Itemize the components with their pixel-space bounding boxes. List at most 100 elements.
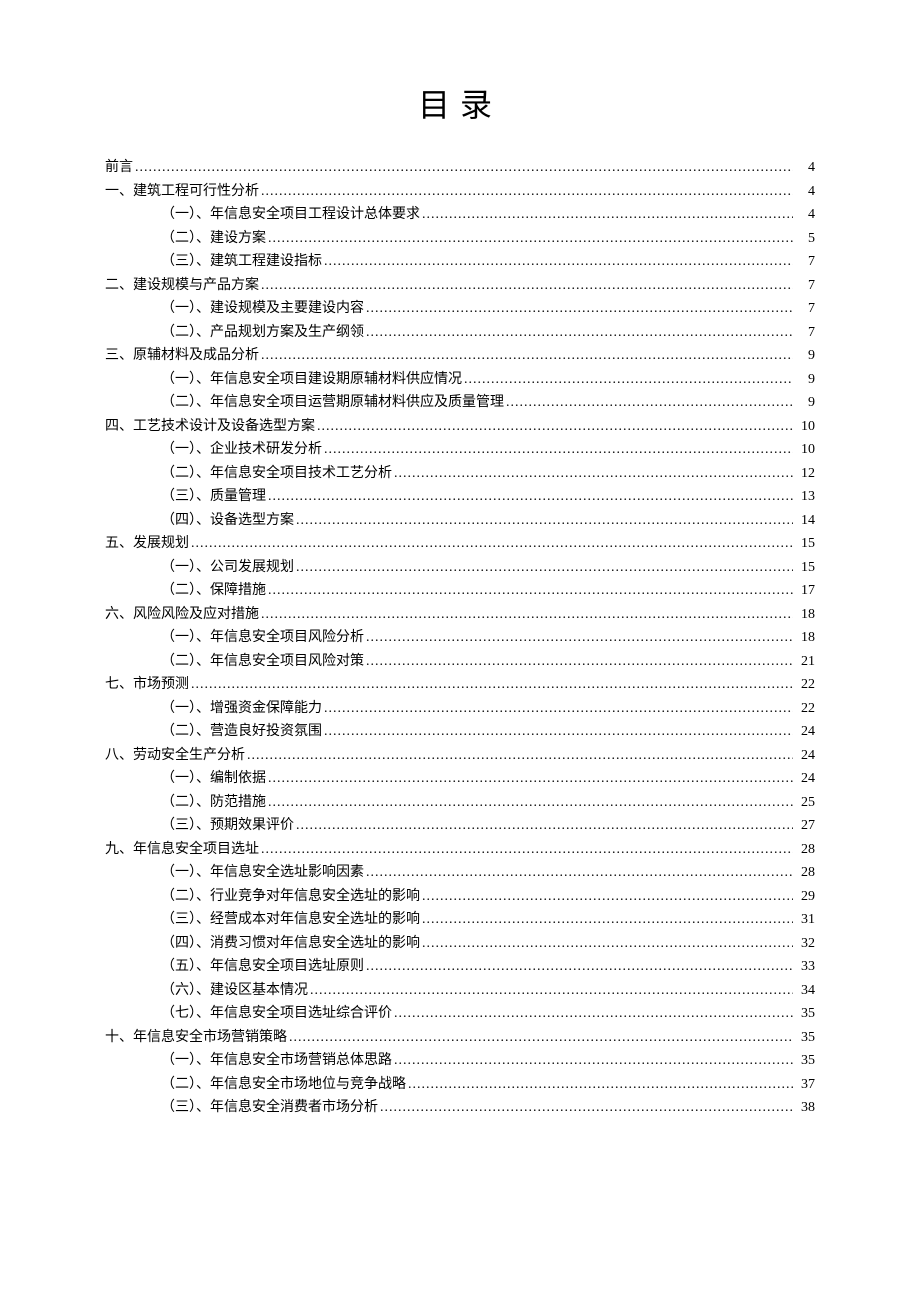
toc-entry[interactable]: （一）、年信息安全选址影响因素28: [105, 866, 815, 880]
toc-entry-label: （一）、年信息安全项目工程设计总体要求: [161, 208, 420, 222]
toc-entry-page: 22: [795, 702, 815, 716]
toc-entry[interactable]: （一）、编制依据 24: [105, 772, 815, 786]
toc-entry-page: 24: [795, 772, 815, 786]
toc-entry[interactable]: 前言4: [105, 161, 815, 175]
toc-entry-page: 24: [795, 725, 815, 739]
toc-entry-page: 29: [795, 890, 815, 904]
toc-entry-page: 35: [795, 1007, 815, 1021]
toc-entry[interactable]: （二）、营造良好投资氛围 24: [105, 725, 815, 739]
toc-entry[interactable]: 五、发展规划15: [105, 537, 815, 551]
toc-dot-leader: [366, 326, 793, 340]
toc-dot-leader: [464, 373, 793, 387]
toc-entry-label: （二）、年信息安全市场地位与竞争战略: [161, 1078, 406, 1092]
toc-entry-label: （六）、建设区基本情况: [161, 984, 308, 998]
toc-entry[interactable]: （六）、建设区基本情况34: [105, 984, 815, 998]
toc-entry-label: 十、年信息安全市场营销策略: [105, 1031, 287, 1045]
toc-entry-label: （一）、编制依据: [161, 772, 266, 786]
toc-entry[interactable]: （二）、年信息安全项目技术工艺分析12: [105, 467, 815, 481]
toc-entry[interactable]: （一）、增强资金保障能力22: [105, 702, 815, 716]
toc-entry-label: （五）、年信息安全项目选址原则: [161, 960, 364, 974]
toc-dot-leader: [261, 185, 793, 199]
toc-entry[interactable]: 七、市场预测22: [105, 678, 815, 692]
toc-entry[interactable]: （四）、消费习惯对年信息安全选址的影响 32: [105, 937, 815, 951]
toc-entry-label: （一）、年信息安全项目风险分析: [161, 631, 364, 645]
toc-entry[interactable]: 六、风险风险及应对措施18: [105, 608, 815, 622]
toc-dot-leader: [324, 702, 793, 716]
toc-dot-leader: [394, 1054, 793, 1068]
toc-entry[interactable]: （二）、防范措施25: [105, 796, 815, 810]
toc-dot-leader: [317, 420, 793, 434]
toc-entry[interactable]: （四）、设备选型方案14: [105, 514, 815, 528]
toc-dot-leader: [296, 561, 793, 575]
toc-entry[interactable]: （一）、企业技术研发分析10: [105, 443, 815, 457]
toc-entry[interactable]: （一）、年信息安全项目建设期原辅材料供应情况9: [105, 373, 815, 387]
toc-entry[interactable]: （一）、年信息安全市场营销总体思路35: [105, 1054, 815, 1068]
toc-dot-leader: [247, 749, 793, 763]
toc-entry-page: 9: [795, 349, 815, 363]
toc-dot-leader: [324, 725, 793, 739]
toc-entry[interactable]: 一、建筑工程可行性分析4: [105, 185, 815, 199]
toc-entry-label: 九、年信息安全项目选址: [105, 843, 259, 857]
toc-entry[interactable]: （三）、年信息安全消费者市场分析38: [105, 1101, 815, 1115]
toc-entry-label: （三）、预期效果评价: [161, 819, 294, 833]
toc-entry-label: （二）、建设方案: [161, 232, 266, 246]
toc-entry-page: 28: [795, 866, 815, 880]
toc-entry-page: 15: [795, 561, 815, 575]
toc-entry[interactable]: 八、劳动安全生产分析 24: [105, 749, 815, 763]
toc-entry-page: 12: [795, 467, 815, 481]
toc-entry-label: 八、劳动安全生产分析: [105, 749, 245, 763]
toc-entry[interactable]: （二）、年信息安全市场地位与竞争战略37: [105, 1078, 815, 1092]
toc-entry-label: （一）、公司发展规划: [161, 561, 294, 575]
toc-entry[interactable]: 九、年信息安全项目选址 28: [105, 843, 815, 857]
toc-dot-leader: [296, 514, 793, 528]
toc-entry-label: 七、市场预测: [105, 678, 189, 692]
toc-entry[interactable]: （一）、年信息安全项目风险分析18: [105, 631, 815, 645]
toc-entry[interactable]: （七）、年信息安全项目选址综合评价35: [105, 1007, 815, 1021]
toc-entry-page: 10: [795, 420, 815, 434]
toc-entry[interactable]: （三）、质量管理13: [105, 490, 815, 504]
toc-entry[interactable]: （一）、年信息安全项目工程设计总体要求4: [105, 208, 815, 222]
toc-entry-page: 28: [795, 843, 815, 857]
toc-entry-label: （二）、营造良好投资氛围: [161, 725, 322, 739]
toc-entry-label: 一、建筑工程可行性分析: [105, 185, 259, 199]
toc-entry-label: 五、发展规划: [105, 537, 189, 551]
toc-entry-label: （一）、建设规模及主要建设内容: [161, 302, 364, 316]
toc-entry[interactable]: 三、原辅材料及成品分析9: [105, 349, 815, 363]
toc-entry[interactable]: （五）、年信息安全项目选址原则33: [105, 960, 815, 974]
toc-entry[interactable]: （二）、行业竞争对年信息安全选址的影响 29: [105, 890, 815, 904]
toc-entry-page: 32: [795, 937, 815, 951]
toc-entry[interactable]: （一）、建设规模及主要建设内容7: [105, 302, 815, 316]
toc-entry[interactable]: （三）、预期效果评价27: [105, 819, 815, 833]
toc-entry[interactable]: （二）、年信息安全项目运营期原辅材料供应及质量管理9: [105, 396, 815, 410]
toc-dot-leader: [261, 843, 793, 857]
toc-entry[interactable]: （二）、建设方案 5: [105, 232, 815, 246]
toc-entry[interactable]: 十、年信息安全市场营销策略 35: [105, 1031, 815, 1045]
toc-entry[interactable]: （二）、保障措施17: [105, 584, 815, 598]
toc-entry[interactable]: 二、建设规模与产品方案7: [105, 279, 815, 293]
toc-entry[interactable]: （三）、经营成本对年信息安全选址的影响31: [105, 913, 815, 927]
toc-entry[interactable]: （三）、建筑工程建设指标7: [105, 255, 815, 269]
toc-dot-leader: [422, 208, 793, 222]
toc-entry-label: （二）、年信息安全项目风险对策: [161, 655, 364, 669]
toc-entry-page: 35: [795, 1031, 815, 1045]
toc-entry-page: 13: [795, 490, 815, 504]
toc-dot-leader: [380, 1101, 793, 1115]
toc-entry[interactable]: （二）、产品规划方案及生产纲领7: [105, 326, 815, 340]
toc-dot-leader: [366, 960, 793, 974]
toc-dot-leader: [324, 443, 793, 457]
toc-entry[interactable]: （一）、公司发展规划 15: [105, 561, 815, 575]
toc-entry-page: 35: [795, 1054, 815, 1068]
toc-entry[interactable]: （二）、年信息安全项目风险对策21: [105, 655, 815, 669]
toc-entry-label: （四）、消费习惯对年信息安全选址的影响: [161, 937, 420, 951]
toc-entry-page: 24: [795, 749, 815, 763]
toc-entry[interactable]: 四、工艺技术设计及设备选型方案10: [105, 420, 815, 434]
toc-dot-leader: [191, 678, 793, 692]
toc-entry-page: 9: [795, 373, 815, 387]
toc-dot-leader: [366, 302, 793, 316]
toc-dot-leader: [268, 232, 793, 246]
toc-dot-leader: [394, 467, 793, 481]
toc-entry-page: 25: [795, 796, 815, 810]
toc-entry-page: 5: [795, 232, 815, 246]
toc-entry-page: 7: [795, 255, 815, 269]
toc-entry-label: （二）、行业竞争对年信息安全选址的影响: [161, 890, 420, 904]
